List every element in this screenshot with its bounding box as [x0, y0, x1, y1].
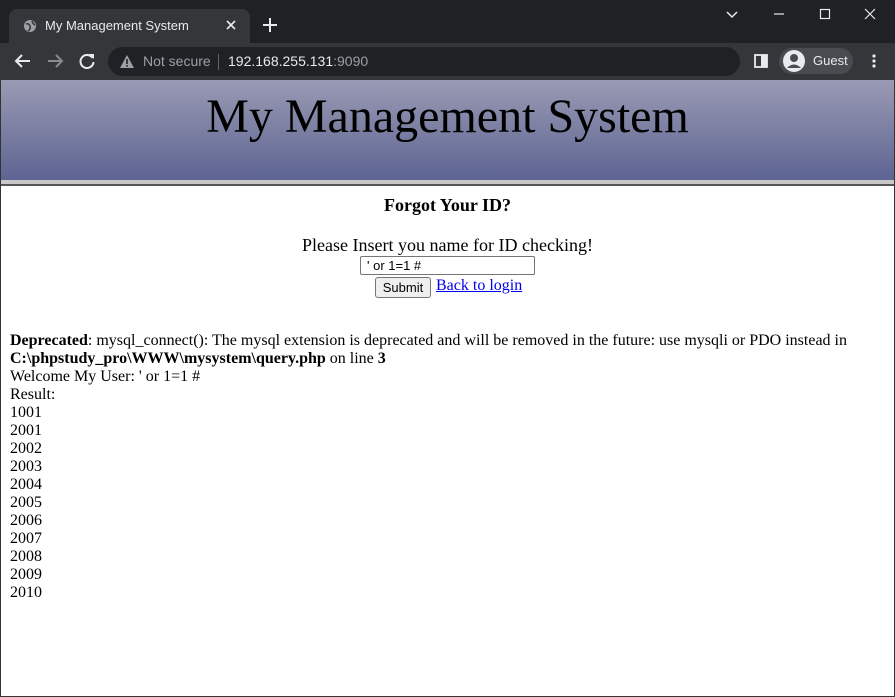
close-tab-icon[interactable] [223, 17, 239, 33]
minimize-icon[interactable] [771, 6, 787, 22]
globe-icon [23, 19, 37, 33]
result-item: 2005 [10, 494, 42, 511]
query-output: Deprecated: mysql_connect(): The mysql e… [10, 332, 890, 602]
avatar-icon [783, 50, 805, 72]
result-item: 2001 [10, 422, 42, 439]
warning-line-text: on line [325, 350, 378, 367]
back-arrow-icon[interactable] [14, 52, 32, 70]
kebab-menu-icon[interactable] [866, 53, 882, 69]
warning-message: : mysql_connect(): The mysql extension i… [87, 332, 847, 349]
warning-file: C:\phpstudy_pro\WWW\mysystem\query.php [10, 350, 326, 367]
result-item: 2009 [10, 566, 42, 583]
name-prompt: Please Insert you name for ID checking! [302, 235, 593, 255]
address-bar[interactable]: Not secure 192.168.255.131:9090 [108, 47, 740, 76]
warning-triangle-icon[interactable] [119, 54, 135, 69]
browser-titlebar: My Management System [0, 0, 895, 43]
submit-button[interactable]: Submit [375, 277, 431, 298]
warning-level: Deprecated [10, 332, 88, 349]
close-window-icon[interactable] [862, 6, 878, 22]
welcome-text: Welcome My User: ' or 1=1 # [10, 368, 201, 385]
deprecation-warning: Deprecated: mysql_connect(): The mysql e… [10, 332, 890, 368]
header-banner: My Management System [1, 80, 894, 180]
url-host: 192.168.255.131 [228, 53, 334, 69]
security-status[interactable]: Not secure [143, 53, 211, 69]
profile-button[interactable]: Guest [779, 48, 853, 74]
browser-tab[interactable]: My Management System [9, 9, 250, 43]
result-item: 2007 [10, 530, 42, 547]
forward-arrow-icon[interactable] [46, 52, 64, 70]
site-title: My Management System [206, 90, 689, 143]
result-item: 2003 [10, 458, 42, 475]
maximize-icon[interactable] [817, 6, 833, 22]
name-input[interactable]: ' or 1=1 # [360, 256, 535, 275]
tab-title: My Management System [45, 18, 189, 33]
url-text[interactable]: 192.168.255.131:9090 [228, 53, 368, 69]
new-tab-icon[interactable] [262, 17, 278, 33]
result-item: 2004 [10, 476, 42, 493]
side-panel-icon[interactable] [753, 53, 769, 69]
header-divider [1, 180, 894, 186]
profile-name: Guest [813, 53, 848, 68]
page-viewport: My Management System Forgot Your ID? Ple… [0, 80, 895, 697]
address-separator [218, 54, 219, 70]
result-item: 2006 [10, 512, 42, 529]
back-to-login-link[interactable]: Back to login [436, 277, 522, 295]
result-item: 2002 [10, 440, 42, 457]
result-item: 2010 [10, 584, 42, 601]
result-item: 1001 [10, 404, 42, 421]
reload-icon[interactable] [78, 52, 96, 70]
result-item: 2008 [10, 548, 42, 565]
result-label: Result: [10, 386, 56, 403]
page-heading: Forgot Your ID? [384, 195, 511, 215]
result-list: 1001 2001 2002 2003 2004 2005 2006 2007 … [10, 404, 890, 602]
browser-toolbar: Not secure 192.168.255.131:9090 Guest [0, 43, 895, 80]
url-port: :9090 [333, 53, 369, 69]
warning-line-number: 3 [377, 350, 386, 367]
tab-search-chevron-down-icon[interactable] [724, 6, 740, 22]
